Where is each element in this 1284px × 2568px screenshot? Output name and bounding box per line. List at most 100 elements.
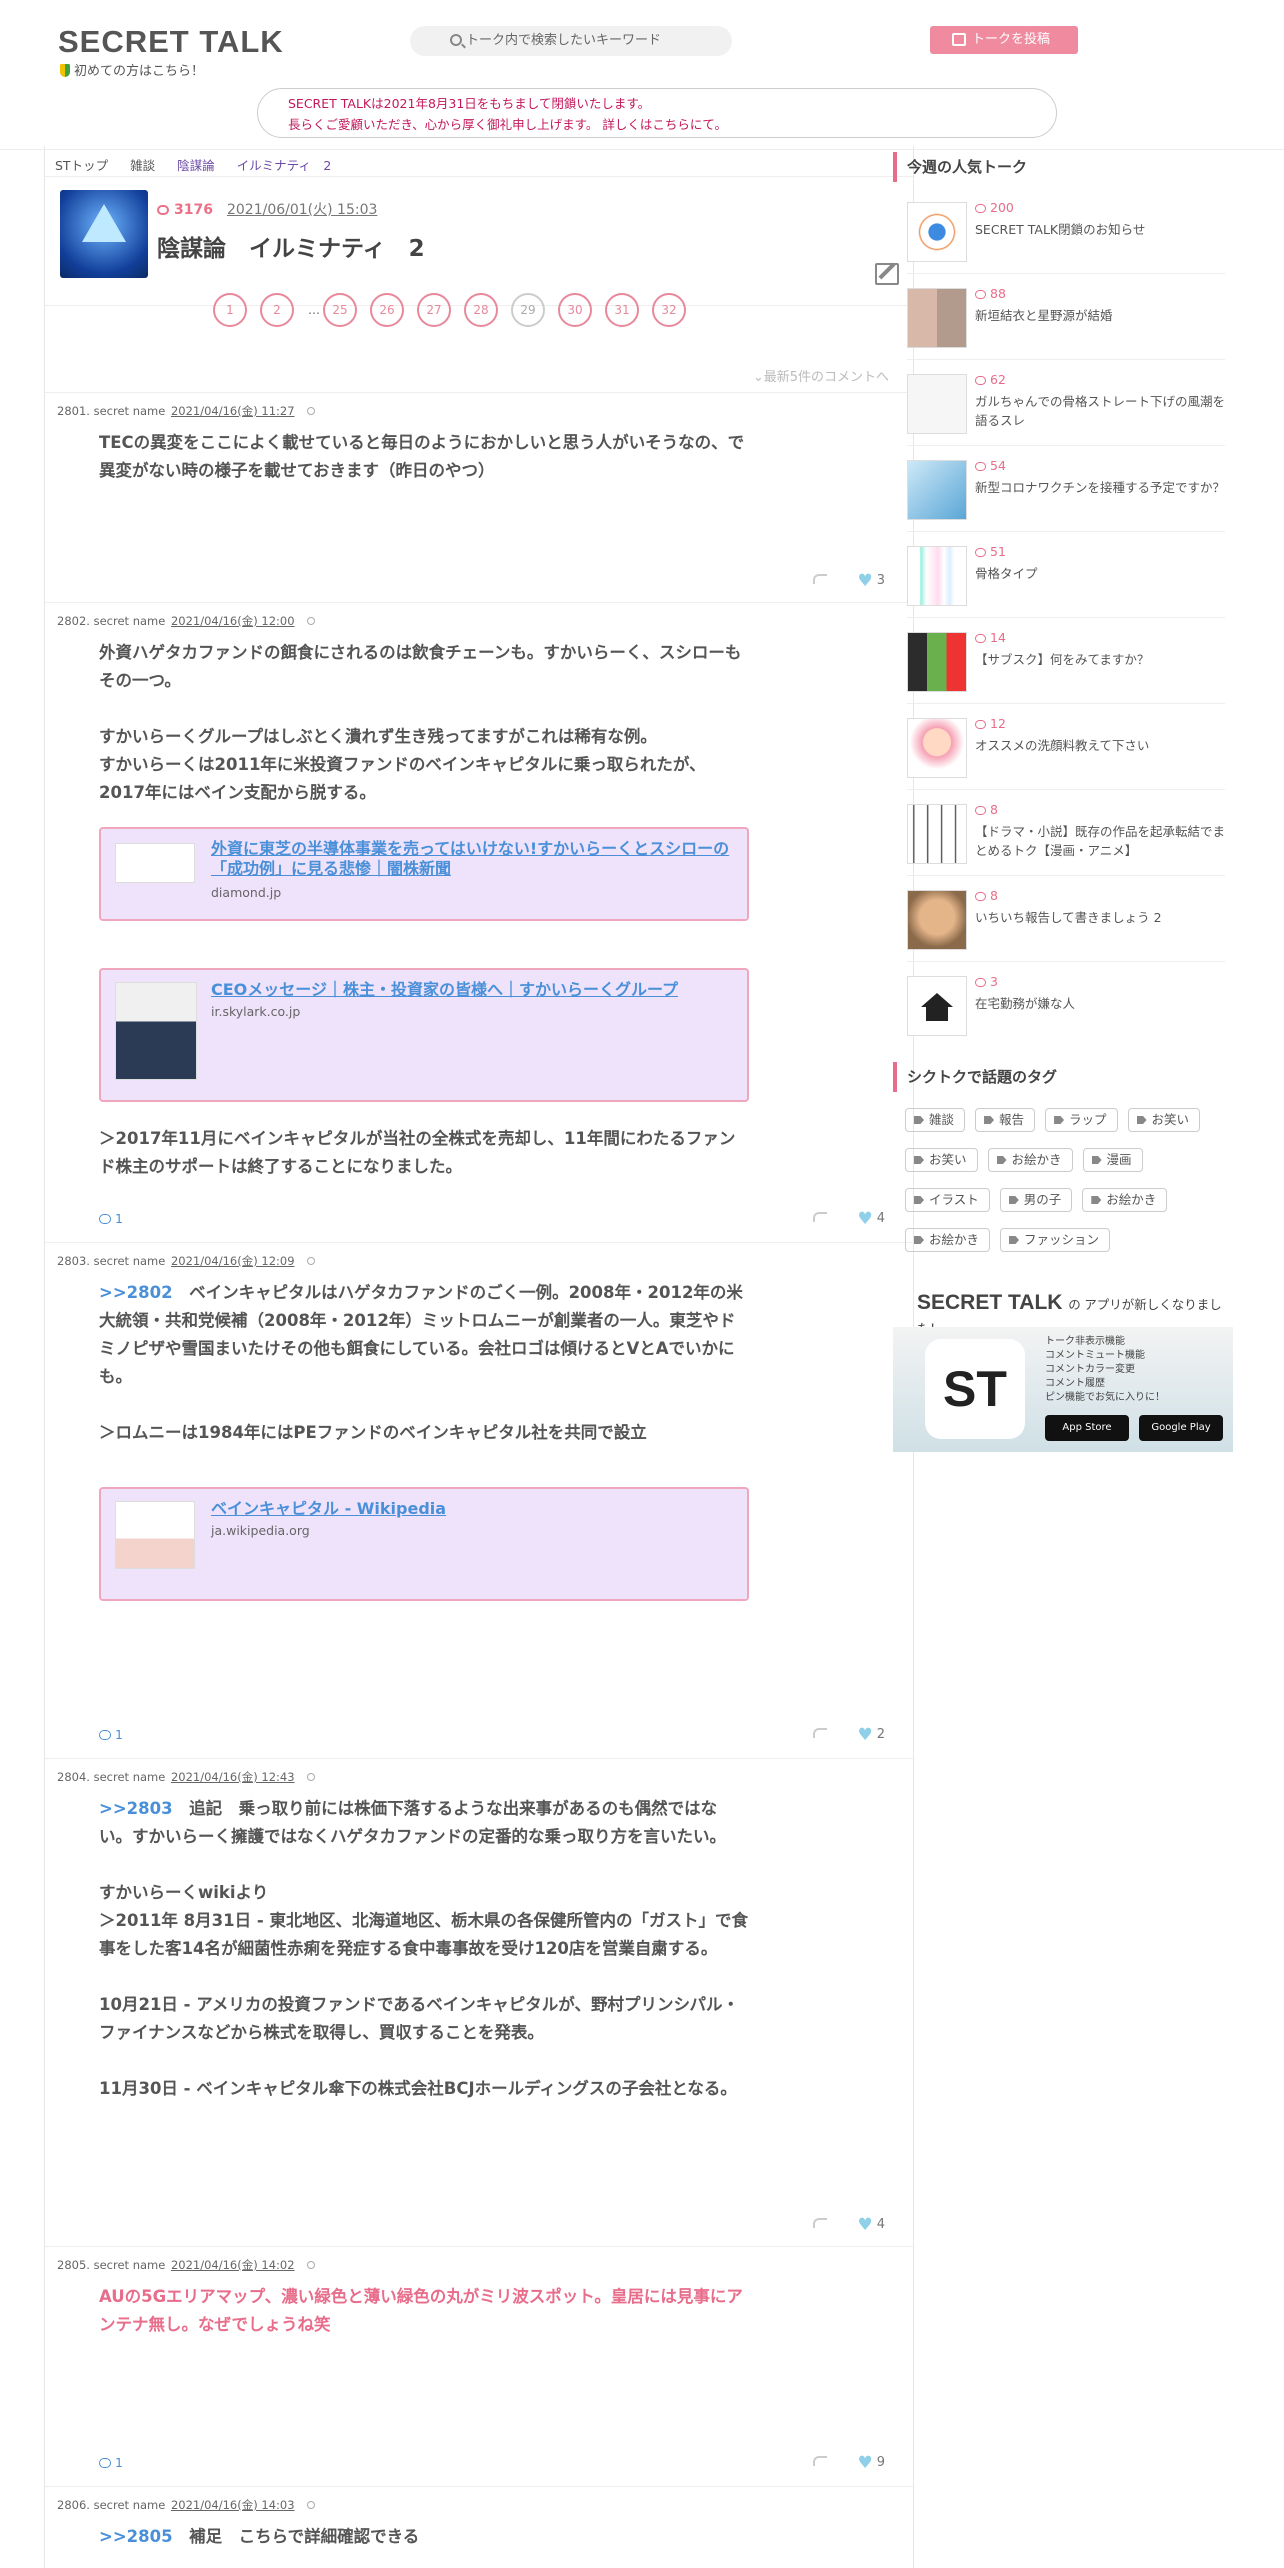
- reply-icon[interactable]: [813, 1728, 828, 1738]
- page-link[interactable]: 30: [558, 293, 592, 327]
- popular-talk-item[interactable]: 8 【ドラマ・小説】既存の作品を起承転結でまとめるトク【漫画・アニメ】: [907, 790, 1225, 876]
- tag[interactable]: ラップ: [1045, 1108, 1118, 1132]
- talk-thumbnail: [907, 374, 967, 434]
- site-logo[interactable]: SECRET TALK: [58, 24, 284, 60]
- comment-icon: [975, 892, 986, 901]
- link-title[interactable]: 外資に東芝の半導体事業を売ってはいけない!すかいらーくとスシローの「成功例」に見…: [211, 839, 731, 879]
- comment-icon: [99, 2458, 111, 2468]
- talk-thumbnail: [907, 804, 967, 864]
- popular-talk-item[interactable]: 14 【サブスク】何をみてますか？: [907, 618, 1225, 704]
- comment-body: AUの5Gエリアマップ、濃い緑色と薄い緑色の丸がミリ波スポット。皇居には見事にア…: [99, 2287, 743, 2334]
- reply-count[interactable]: 1: [99, 1727, 123, 1742]
- comment-icon: [975, 806, 986, 815]
- heart-icon[interactable]: ♥: [857, 1725, 872, 1745]
- page-link[interactable]: 26: [370, 293, 404, 327]
- page-link[interactable]: 25: [323, 293, 357, 327]
- link-title[interactable]: ベインキャピタル - Wikipedia: [211, 1499, 731, 1519]
- search-input[interactable]: トーク内で検索したいキーワード: [410, 26, 732, 56]
- search-placeholder: トーク内で検索したいキーワード: [466, 33, 662, 48]
- page-link[interactable]: 28: [464, 293, 498, 327]
- popular-talk-item[interactable]: 8 いちいち報告して書きましょう 2: [907, 876, 1225, 962]
- like-count: 2: [876, 1727, 885, 1742]
- reply-icon[interactable]: [813, 2456, 828, 2466]
- tag-list: 雑談 報告 ラップ お笑いお笑い お絵かき 漫画イラスト 男の子 お絵かきお絵かき ファッション: [905, 1108, 1225, 1268]
- tag[interactable]: お絵かき: [987, 1148, 1073, 1172]
- heart-icon[interactable]: ♥: [857, 2453, 872, 2473]
- reply-anchor[interactable]: >>2803: [99, 1799, 173, 1818]
- reply-icon[interactable]: [813, 574, 828, 584]
- info-icon[interactable]: [306, 1257, 315, 1265]
- page-ellipsis: …: [308, 303, 320, 317]
- edit-topic-icon[interactable]: [875, 263, 899, 285]
- like-count: 9: [876, 2455, 885, 2470]
- popular-talk-item[interactable]: 54 新型コロナワクチンを接種する予定ですか？: [907, 446, 1225, 532]
- tag-icon: [1091, 1196, 1102, 1204]
- reply-anchor[interactable]: >>2805: [99, 2527, 173, 2546]
- app-banner[interactable]: SECRET TALK の アプリが新しくなりました！ ST トーク非表示機能 …: [893, 1291, 1233, 1466]
- popular-talk-item[interactable]: 62 ガルちゃんでの骨格ストレート下げの風潮を語るスレ: [907, 360, 1225, 446]
- reply-count[interactable]: 1: [99, 1211, 123, 1226]
- reply-count[interactable]: 1: [99, 2455, 123, 2470]
- info-icon[interactable]: [306, 2261, 315, 2269]
- tag[interactable]: お絵かき: [905, 1228, 991, 1252]
- info-icon[interactable]: [306, 1773, 315, 1781]
- page-link[interactable]: 31: [605, 293, 639, 327]
- comment-icon: [975, 290, 986, 299]
- heart-icon[interactable]: ♥: [857, 2215, 872, 2235]
- popular-talk-item[interactable]: 200 SECRET TALK閉鎖のお知らせ: [907, 188, 1225, 274]
- heart-icon[interactable]: ♥: [857, 1209, 872, 1229]
- talk-title: 【サブスク】何をみてますか？: [975, 652, 1150, 667]
- comment-body: >>2803 追記 乗っ取り前には株価下落するような出来事があるのも偶然ではない…: [99, 1799, 748, 2098]
- page-link[interactable]: 32: [652, 293, 686, 327]
- edit-icon: [952, 33, 966, 46]
- page-link[interactable]: 2: [260, 293, 294, 327]
- link-title[interactable]: CEOメッセージ｜株主・投資家の皆様へ｜すかいらーくグループ: [211, 980, 731, 1000]
- popular-talk-item[interactable]: 51 骨格タイプ: [907, 532, 1225, 618]
- heart-icon[interactable]: ♥: [857, 571, 872, 591]
- reply-icon[interactable]: [813, 2218, 828, 2228]
- main-column: STトップ 雑談 陰謀論 イルミナティ 2 3176 2021/06/01(火) …: [44, 146, 915, 2568]
- tag[interactable]: イラスト: [905, 1188, 990, 1212]
- link-card[interactable]: CEOメッセージ｜株主・投資家の皆様へ｜すかいらーくグループ ir.skylark…: [99, 968, 749, 1102]
- comment-header: 2805. secret name 2021/04/16(金) 14:02: [57, 2257, 315, 2273]
- tag[interactable]: 雑談: [905, 1108, 966, 1132]
- tag[interactable]: 報告: [975, 1108, 1036, 1132]
- post-talk-button[interactable]: トークを投稿: [930, 26, 1078, 54]
- tag[interactable]: ファッション: [1000, 1228, 1111, 1252]
- link-card[interactable]: 外資に東芝の半導体事業を売ってはいけない!すかいらーくとスシローの「成功例」に見…: [99, 827, 749, 921]
- reply-icon[interactable]: [813, 1212, 828, 1222]
- talk-count: 200: [975, 200, 1014, 215]
- talk-count: 51: [975, 544, 1006, 559]
- tag[interactable]: お笑い: [905, 1148, 978, 1172]
- comment-icon: [99, 1214, 111, 1224]
- comment-header: 2806. secret name 2021/04/16(金) 14:03: [57, 2497, 315, 2513]
- beginner-leaf-icon: [60, 64, 70, 77]
- page-link[interactable]: 1: [213, 293, 247, 327]
- talk-thumbnail: [907, 546, 967, 606]
- tag[interactable]: 男の子: [999, 1188, 1073, 1212]
- latest-comments-link[interactable]: ⌄最新5件のコメントへ: [753, 366, 889, 385]
- comment-body: >>2805 補足 こちらで詳細確認できる: [99, 2527, 420, 2546]
- comment: 2802. secret name 2021/04/16(金) 12:00 外資…: [45, 602, 915, 1242]
- tag[interactable]: お絵かき: [1082, 1188, 1168, 1212]
- popular-talk-item[interactable]: 3 在宅勤務が嫌な人: [907, 962, 1225, 1048]
- comment-icon: [975, 204, 986, 213]
- topic-header: 3176 2021/06/01(火) 15:03 陰謀論 イルミナティ 2: [45, 176, 915, 306]
- google-play-badge[interactable]: Google Play: [1139, 1415, 1223, 1441]
- tag[interactable]: 漫画: [1082, 1148, 1143, 1172]
- closure-notice[interactable]: SECRET TALKは2021年8月31日をもちまして閉鎖いたします。 長らく…: [257, 88, 1057, 138]
- info-icon[interactable]: [306, 407, 315, 415]
- comment-date: 2021/04/16(金) 11:27: [170, 404, 295, 418]
- app-store-badge[interactable]: App Store: [1045, 1415, 1129, 1441]
- page-link[interactable]: 27: [417, 293, 451, 327]
- info-icon[interactable]: [306, 617, 315, 625]
- info-icon[interactable]: [306, 2501, 315, 2509]
- popular-talk-item[interactable]: 88 新垣結衣と星野源が結婚: [907, 274, 1225, 360]
- reply-anchor[interactable]: >>2802: [99, 1283, 173, 1302]
- tag-icon: [1136, 1116, 1147, 1124]
- link-card[interactable]: ベインキャピタル - Wikipedia ja.wikipedia.org: [99, 1487, 749, 1601]
- popular-talk-item[interactable]: 12 オススメの洗顔料教えて下さい: [907, 704, 1225, 790]
- beginner-label: 初めての方はこちら！: [74, 64, 205, 79]
- beginner-link[interactable]: 初めての方はこちら！: [60, 60, 204, 79]
- tag[interactable]: お笑い: [1127, 1108, 1201, 1132]
